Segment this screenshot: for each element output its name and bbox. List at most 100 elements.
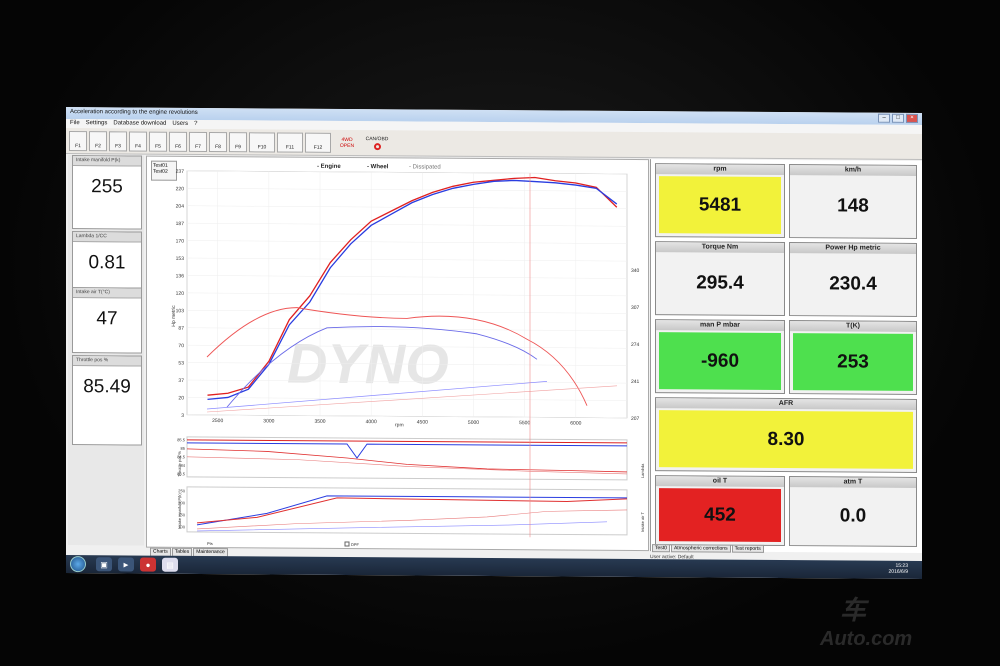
toolbar-f6-button[interactable]: F6 <box>169 131 187 152</box>
four-wd-indicator: 4WD OPEN <box>333 136 361 148</box>
tile-label: Torque Nm <box>656 242 784 254</box>
toolbar-f7-button[interactable]: F7 <box>189 131 207 152</box>
y-right-tick-label: 340 <box>631 268 640 274</box>
toolbar-f2-button[interactable]: F2 <box>89 130 107 151</box>
tile-value: 295.4 <box>659 254 781 313</box>
canobd-text: CAN/OBD <box>365 135 389 142</box>
y-tick-label: 187 <box>176 221 185 227</box>
toolbar-f3-button[interactable]: F3 <box>109 130 127 151</box>
subchart2-right-label: Intake air T <box>640 512 645 533</box>
right-tabs: Test0 Atmospheric corrections Test repor… <box>652 544 764 553</box>
menu-settings[interactable]: Settings <box>86 120 108 127</box>
screen: Acceleration according to the engine rev… <box>66 107 922 579</box>
open-text: OPEN <box>339 142 355 149</box>
tile-label: T(K) <box>790 321 916 332</box>
subchart1-tick-label: 85.5 <box>177 437 186 442</box>
toolbar-f9-button[interactable]: F9 <box>229 131 247 152</box>
tab-test0[interactable]: Test0 <box>652 544 670 553</box>
y-right-tick-label: 207 <box>631 416 640 422</box>
tab-atmospheric[interactable]: Atmospheric corrections <box>670 544 731 553</box>
grid-line-h <box>187 275 627 279</box>
toolbar-f1-button[interactable]: F1 <box>69 130 87 151</box>
clock-date: 2016/6/9 <box>888 568 908 575</box>
grid-line-h <box>187 292 627 297</box>
window-controls: – □ × <box>878 113 918 123</box>
menu-help[interactable]: ? <box>194 121 197 128</box>
dpf-checkbox[interactable] <box>344 541 350 547</box>
system-clock[interactable]: 15:23 2016/6/9 <box>889 563 908 575</box>
tile-label: km/h <box>790 165 916 176</box>
tile-value: 230.4 <box>793 255 913 313</box>
tile-label: rpm <box>656 164 784 176</box>
y-tick-label: 103 <box>176 308 185 314</box>
toolbar-f10-button[interactable]: F10 <box>249 131 275 152</box>
y-axis-ticks: 237 220 204 187 170 153 136 120 103 87 70 53 37 20 3 <box>176 169 185 419</box>
tile-label: Power Hp metric <box>790 243 916 254</box>
right-tile-panel: rpm 5481 km/h 148 Torque Nm 295.4 Power … <box>650 159 922 553</box>
subchart2-series-lilac <box>196 521 608 532</box>
y-tick-label: 237 <box>176 169 185 175</box>
subchart1-series-blue <box>187 442 627 459</box>
gauge-label: Intake manifold P(k) <box>73 156 141 167</box>
x-tick-label: 3500 <box>314 419 325 425</box>
y-right-tick-label: 307 <box>631 305 640 311</box>
subchart2-tick-label: 100 <box>178 524 185 529</box>
x-tick-label: 5000 <box>468 420 479 426</box>
subchart1-tick-label: 84.5 <box>177 454 186 459</box>
tab-test-reports[interactable]: Test reports <box>731 544 764 553</box>
taskbar-dyno-icon[interactable]: ▤ <box>162 557 178 572</box>
grid-line-h <box>187 188 627 192</box>
y-right-axis-ticks: 340 307 274 241 207 <box>631 268 640 422</box>
site-watermark-url: Auto.com <box>820 628 913 650</box>
subchart1-series-pink <box>186 456 628 475</box>
taskbar-app-icon[interactable]: ● <box>140 557 156 572</box>
minimize-button[interactable]: – <box>878 113 890 123</box>
taskbar-explorer-icon[interactable]: ▣ <box>96 557 112 572</box>
legend-engine: - Engine <box>317 164 341 170</box>
tile-afr: AFR 8.30 <box>655 397 917 473</box>
menu-database[interactable]: Database download <box>113 120 166 127</box>
points-label: Pts <box>207 541 213 546</box>
y-tick-label: 20 <box>178 395 184 401</box>
tile-label: man P mbar <box>656 320 784 332</box>
menu-users[interactable]: Users <box>172 121 188 128</box>
y-tick-label: 153 <box>176 256 185 262</box>
tile-atm-t: atm T 0.0 <box>789 476 917 547</box>
y-tick-label: 220 <box>176 186 185 192</box>
gauge-value: 255 <box>91 176 123 198</box>
x-tick-label: 3000 <box>263 418 274 424</box>
subchart2-tick-label: 250 <box>178 488 185 493</box>
window-title: Acceleration according to the engine rev… <box>70 109 198 116</box>
menu-file[interactable]: File <box>70 120 80 127</box>
y-right-tick-label: 241 <box>631 379 640 385</box>
toolbar-f4-button[interactable]: F4 <box>129 130 147 152</box>
toolbar-f8-button[interactable]: F8 <box>209 131 227 152</box>
tile-kmh: km/h 148 <box>789 164 917 239</box>
canobd-indicator[interactable]: CAN/OBD <box>363 136 391 150</box>
grid-line-h <box>187 222 627 227</box>
taskbar-media-icon[interactable]: ► <box>118 557 134 572</box>
toolbar-f5-button[interactable]: F5 <box>149 131 167 152</box>
tile-oil-t: oil T 452 <box>655 475 785 547</box>
y-tick-label: 170 <box>176 238 185 244</box>
tile-value: 8.30 <box>659 410 913 469</box>
tile-label: AFR <box>656 398 916 410</box>
legend-wheel: - Wheel <box>367 164 389 170</box>
maximize-button[interactable]: □ <box>892 113 904 123</box>
tile-rpm: rpm 5481 <box>655 163 785 239</box>
grid-line-h <box>187 257 627 262</box>
x-axis-label: rpm <box>395 422 404 428</box>
toolbar-f11-button[interactable]: F11 <box>277 131 303 153</box>
tile-value: 253 <box>793 333 913 391</box>
y-tick-label: 70 <box>178 343 184 349</box>
x-tick-label: 4500 <box>417 419 428 425</box>
x-tick-label: 4000 <box>366 419 377 425</box>
gauge-label: Throttle pos % <box>73 356 141 367</box>
close-button[interactable]: × <box>906 113 918 123</box>
gauge-intake-manifold: Intake manifold P(k) 255 <box>72 155 142 230</box>
start-button-icon[interactable] <box>70 556 86 573</box>
tile-value: 0.0 <box>793 489 913 543</box>
subchart2-series-pink <box>196 509 628 530</box>
toolbar-f12-button[interactable]: F12 <box>305 132 331 153</box>
tile-label: oil T <box>656 476 784 488</box>
